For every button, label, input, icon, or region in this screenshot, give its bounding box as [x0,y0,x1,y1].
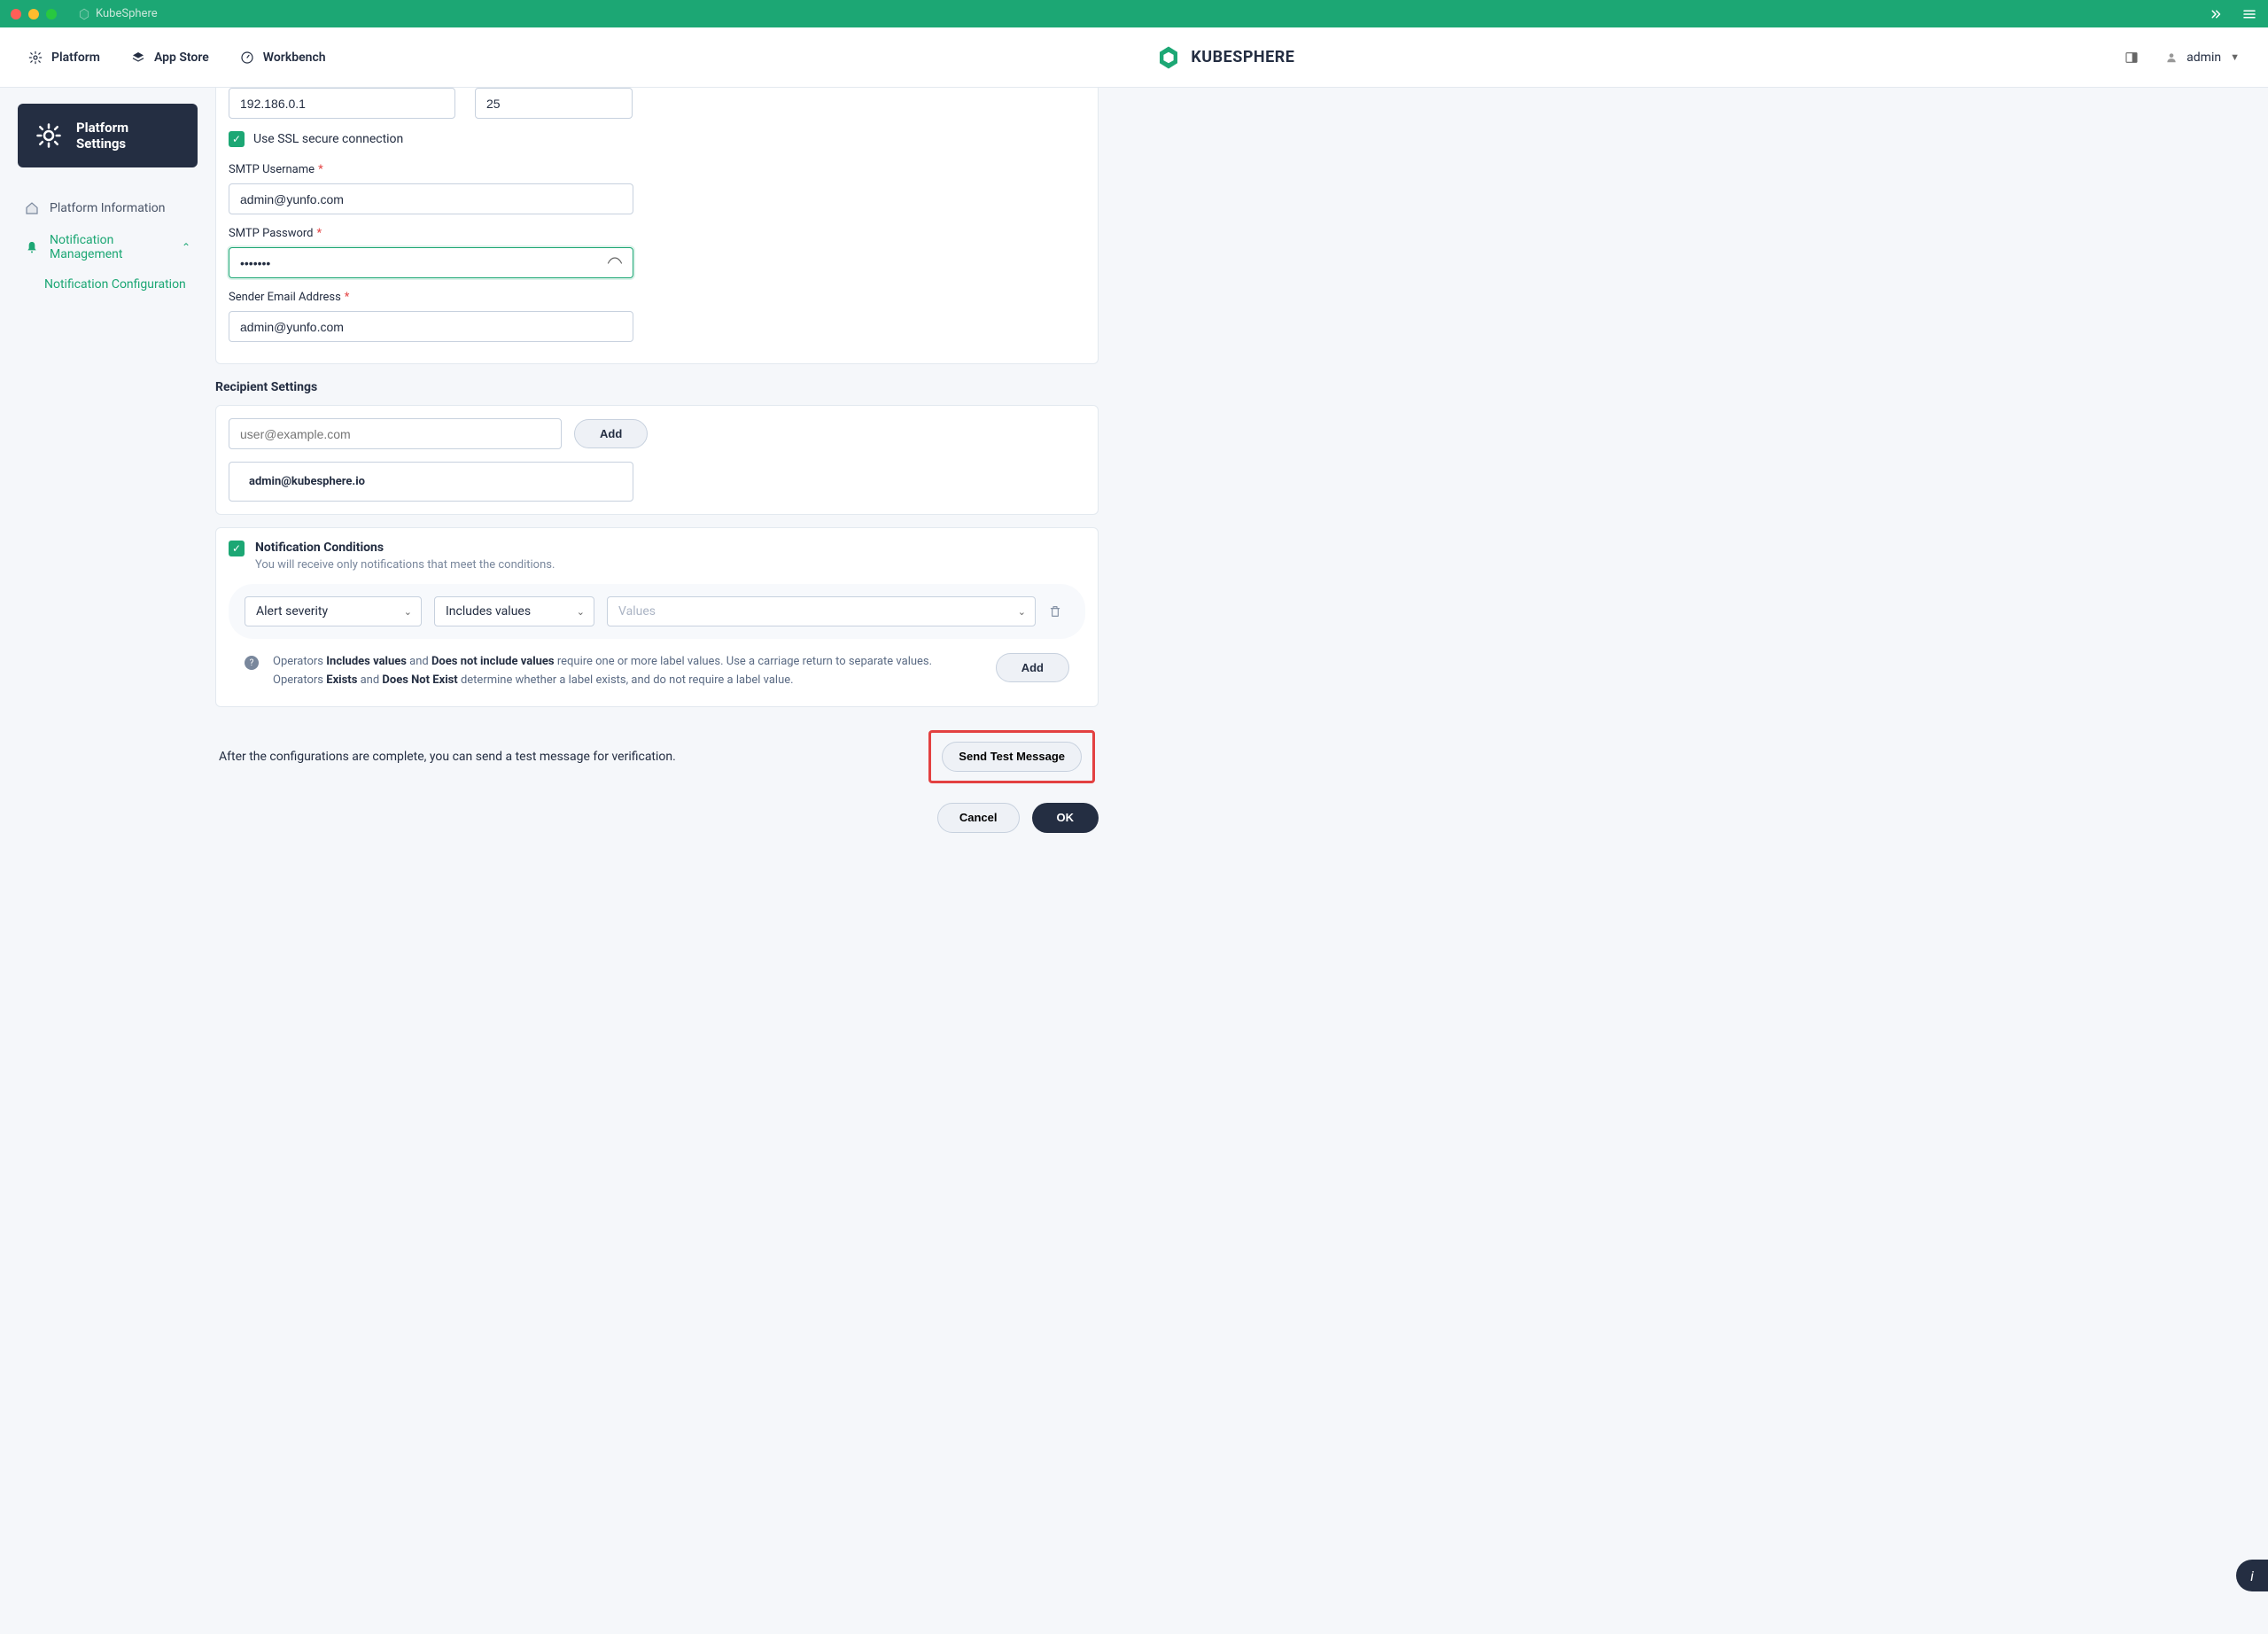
ok-button[interactable]: OK [1032,803,1099,833]
ssl-checkbox-row: ✓ Use SSL secure connection [229,131,1085,147]
window-minimize-button[interactable] [28,9,39,19]
smtp-username-label: SMTP Username* [229,163,1085,176]
brand-logo[interactable]: KUBESPHERE [1155,44,1294,71]
ssl-label: Use SSL secure connection [253,132,403,146]
condition-label-select[interactable]: Alert severity ⌄ [245,596,422,626]
hamburger-icon[interactable] [2241,6,2257,22]
settings-title: Platform Settings [76,120,180,152]
condition-info-text: Operators Includes values and Does not i… [273,653,982,690]
smtp-server-input[interactable] [229,88,455,119]
kubesphere-logo-icon [1155,44,1182,71]
content-area: ✓ Use SSL secure connection SMTP Usernam… [215,88,1115,868]
question-icon: ? [245,656,259,670]
window-title: KubeSphere [96,7,158,20]
recipient-list-item[interactable]: admin@kubesphere.io [229,462,633,502]
nav-app-store[interactable]: App Store [131,51,209,65]
nav-left: Platform App Store Workbench [28,51,326,65]
condition-info-row: ? Operators Includes values and Does not… [229,650,1085,694]
sidebar-menu: Platform Information Notification Manage… [18,192,198,299]
nav-workbench[interactable]: Workbench [240,51,326,65]
condition-builder-row: Alert severity ⌄ Includes values ⌄ Value… [229,584,1085,639]
nav-right: admin ▼ [2124,51,2240,65]
chevron-down-icon: ⌄ [1018,606,1026,618]
chevron-down-icon: ⌄ [577,606,585,618]
send-test-message-button[interactable]: Send Test Message [942,742,1082,772]
recipient-add-button[interactable]: Add [574,419,648,448]
test-message-text: After the configurations are complete, y… [219,750,676,764]
conditions-title: Notification Conditions [255,541,555,555]
sidebar-item-notification-management[interactable]: Notification Management ⌃ [18,224,198,270]
condition-values-select[interactable]: Values ⌄ [607,596,1036,626]
recipient-email-input[interactable] [229,418,562,449]
conditions-checkbox[interactable]: ✓ [229,541,245,556]
nav-center: KUBESPHERE [326,44,2125,71]
condition-operator-select[interactable]: Includes values ⌄ [434,596,594,626]
form-actions: Cancel OK [215,803,1099,833]
condition-delete-button[interactable] [1048,604,1069,619]
smtp-password-label: SMTP Password* [229,227,1085,240]
bell-icon [25,240,39,254]
recipient-section-title: Recipient Settings [215,380,1099,394]
smtp-password-input[interactable] [229,247,633,278]
sidebar-item-platform-info[interactable]: Platform Information [18,192,198,224]
sender-email-input[interactable] [229,311,633,342]
panel-toggle-icon[interactable] [2124,51,2139,65]
recipient-settings-card: Add admin@kubesphere.io [215,405,1099,515]
conditions-desc: You will receive only notifications that… [255,558,555,572]
gauge-icon [240,51,254,65]
window-title-wrap: KubeSphere [78,7,158,20]
titlebar-actions [2208,6,2257,22]
gear-icon [28,51,43,65]
notification-conditions-card: ✓ Notification Conditions You will recei… [215,527,1099,707]
layers-icon [131,51,145,65]
sender-email-label: Sender Email Address* [229,291,1085,304]
test-message-row: After the configurations are complete, y… [215,730,1099,783]
chevron-up-icon: ⌃ [182,241,190,253]
settings-gear-icon [35,122,62,149]
home-icon [25,201,39,215]
chevron-down-icon: ⌄ [404,606,412,618]
cancel-button[interactable]: Cancel [937,803,1020,833]
expand-icon[interactable] [2208,6,2224,22]
window-titlebar: KubeSphere [0,0,2268,27]
smtp-settings-card: ✓ Use SSL secure connection SMTP Usernam… [215,88,1099,364]
nav-platform[interactable]: Platform [28,51,100,65]
condition-add-button[interactable]: Add [996,653,1069,682]
send-test-highlight: Send Test Message [928,730,1095,783]
chevron-down-icon: ▼ [2230,51,2240,63]
user-icon [2165,51,2178,64]
user-menu[interactable]: admin ▼ [2165,51,2240,65]
smtp-port-input[interactable] [475,88,633,119]
smtp-username-input[interactable] [229,183,633,214]
platform-settings-card[interactable]: Platform Settings [18,104,198,167]
window-controls [11,9,57,19]
top-navbar: Platform App Store Workbench KUBESPHERE [0,27,2268,88]
window-close-button[interactable] [11,9,21,19]
main-layout: Platform Settings Platform Information N… [0,88,2268,868]
ssl-checkbox[interactable]: ✓ [229,131,245,147]
sidebar-item-notification-configuration[interactable]: Notification Configuration [18,270,198,299]
kubesphere-titlebar-icon [78,8,90,20]
sidebar: Platform Settings Platform Information N… [0,88,215,868]
help-fab[interactable]: i [2236,1560,2268,1591]
eye-icon[interactable] [607,255,623,271]
window-zoom-button[interactable] [46,9,57,19]
